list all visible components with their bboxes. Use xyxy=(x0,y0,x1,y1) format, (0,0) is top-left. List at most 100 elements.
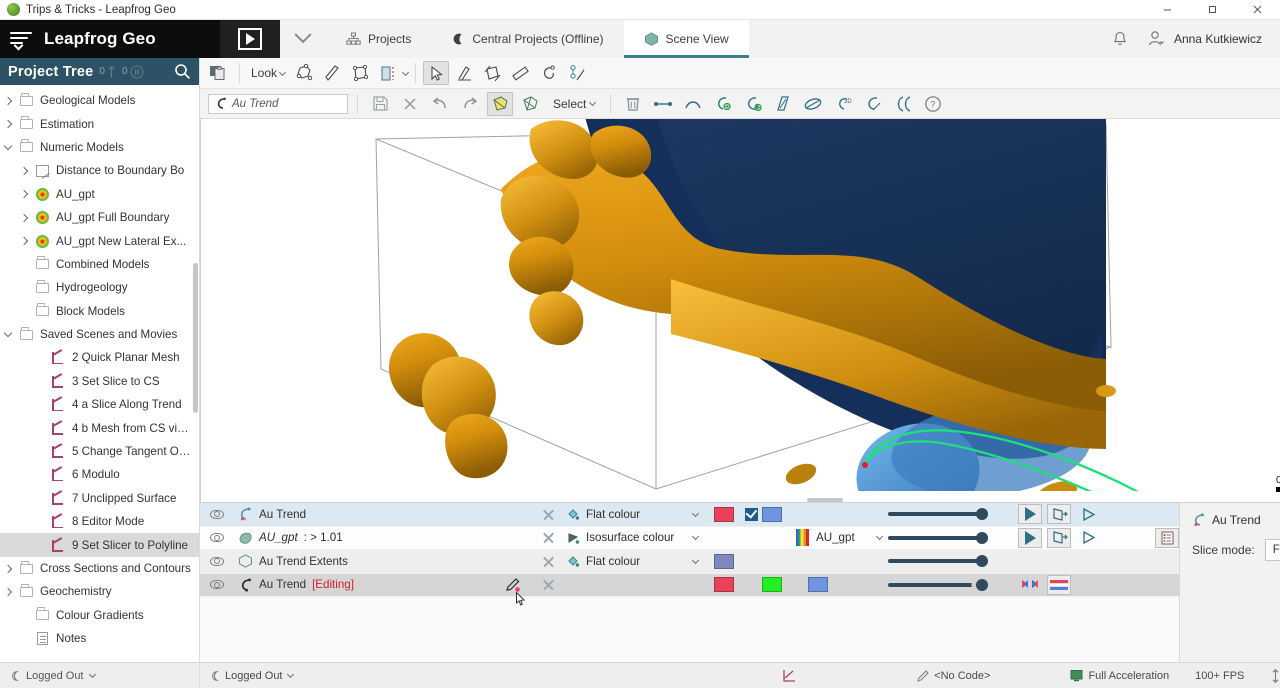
status-axes[interactable] xyxy=(782,669,796,683)
tree-item-saved-scenes-and-movies[interactable]: Saved Scenes and Movies xyxy=(0,323,199,346)
status-no-code[interactable]: <No Code> xyxy=(916,669,990,683)
disc-icon[interactable] xyxy=(800,92,826,116)
save-icon[interactable] xyxy=(367,92,393,116)
chevron-down-icon[interactable] xyxy=(0,330,16,339)
notifications-button[interactable] xyxy=(1099,20,1141,58)
colour-swatch[interactable] xyxy=(714,577,734,592)
panel-resize-handle[interactable] xyxy=(807,498,843,502)
visibility-toggle[interactable] xyxy=(200,533,234,542)
play-outline-icon[interactable] xyxy=(1076,504,1100,524)
scene-list-row[interactable]: Au TrendFlat colour xyxy=(200,503,1179,527)
draw-polygon-icon[interactable] xyxy=(479,61,505,85)
close-icon[interactable] xyxy=(397,92,423,116)
header-dropdown-button[interactable] xyxy=(280,20,326,58)
tree-item-au-gpt[interactable]: AU_gpt xyxy=(0,183,199,206)
chevron-right-icon[interactable] xyxy=(16,215,32,221)
chevron-right-icon[interactable] xyxy=(0,566,16,572)
colour-swatch-secondary[interactable] xyxy=(762,577,782,592)
tree-item-2-quick-planar-mesh[interactable]: 2 Quick Planar Mesh xyxy=(0,346,199,369)
scene-list-row[interactable]: Au Trend ExtentsFlat colour xyxy=(200,550,1179,574)
remove-from-scene-button[interactable] xyxy=(530,508,566,521)
colour-swatch[interactable] xyxy=(714,554,734,569)
slider-knob[interactable] xyxy=(976,579,988,591)
zoom-box-icon[interactable] xyxy=(347,61,373,85)
tree-item-combined-models[interactable]: Combined Models xyxy=(0,253,199,276)
add-node-alt-icon[interactable] xyxy=(740,92,766,116)
opacity-slider[interactable] xyxy=(888,536,983,540)
tree-item-distance-to-boundary-bo[interactable]: Distance to Boundary Bo xyxy=(0,159,199,182)
row-checkbox[interactable] xyxy=(745,508,758,521)
chevron-down-icon[interactable] xyxy=(692,557,699,564)
slider-knob[interactable] xyxy=(976,508,988,520)
clip-plane-dropdown[interactable] xyxy=(403,70,408,77)
colour-swatch-secondary[interactable] xyxy=(762,507,782,522)
line-segment-icon[interactable] xyxy=(650,92,676,116)
chevron-right-icon[interactable] xyxy=(16,191,32,197)
close-button[interactable] xyxy=(1235,0,1280,20)
scene-list-rows[interactable]: Au TrendFlat colourAU_gpt: > 1.01Isosurf… xyxy=(200,503,1179,662)
play-filled-icon[interactable] xyxy=(1018,504,1042,524)
add-node-icon[interactable] xyxy=(710,92,736,116)
tab-projects[interactable]: Projects xyxy=(326,20,431,58)
tree-item-numeric-models[interactable]: Numeric Models xyxy=(0,136,199,159)
remove-from-scene-button[interactable] xyxy=(530,555,566,568)
surface-off-icon[interactable] xyxy=(517,92,543,116)
undo-icon[interactable] xyxy=(427,92,453,116)
minimize-button[interactable] xyxy=(1145,0,1190,20)
tab-central-projects[interactable]: Central Projects (Offline) xyxy=(431,20,623,58)
opacity-slider[interactable] xyxy=(888,583,983,587)
colour-mode-cell[interactable]: Isosurface colour xyxy=(566,531,706,545)
help-icon[interactable]: ? xyxy=(920,92,946,116)
slice-mode-select[interactable]: From Scene xyxy=(1265,539,1280,561)
tree-item-notes[interactable]: Notes xyxy=(0,627,199,650)
chevron-down-icon[interactable] xyxy=(876,533,883,540)
tree-item-cross-sections-and-contours[interactable]: Cross Sections and Contours xyxy=(0,557,199,580)
tree-item-geological-models[interactable]: Geological Models xyxy=(0,89,199,112)
look-dropdown[interactable]: Look xyxy=(247,66,289,80)
maximize-button[interactable] xyxy=(1190,0,1235,20)
edit-pencil-button[interactable] xyxy=(494,577,530,593)
remove-from-scene-button[interactable] xyxy=(530,531,566,544)
chevron-right-icon[interactable] xyxy=(0,98,16,104)
ruler-icon[interactable] xyxy=(507,61,533,85)
tree-item-8-editor-mode[interactable]: 8 Editor Mode xyxy=(0,510,199,533)
visibility-toggle[interactable] xyxy=(200,557,234,566)
play-outline-icon[interactable] xyxy=(1076,528,1100,548)
project-tree-list[interactable]: Geological ModelsEstimationNumeric Model… xyxy=(0,85,199,662)
status-zscale[interactable]: Z-Scale 1.0 xyxy=(1270,669,1280,683)
tree-item-colour-gradients[interactable]: Colour Gradients xyxy=(0,604,199,627)
remove-from-scene-button[interactable] xyxy=(530,578,566,591)
curve-icon[interactable] xyxy=(890,92,916,116)
drillhole-icon[interactable] xyxy=(563,61,589,85)
opacity-slider[interactable] xyxy=(888,512,983,516)
select-dropdown[interactable]: Select xyxy=(547,97,601,111)
trend-name-field[interactable]: Au Trend xyxy=(208,94,348,114)
flip-icon[interactable] xyxy=(1047,504,1071,524)
slider-knob[interactable] xyxy=(976,532,988,544)
legend-icon[interactable] xyxy=(1155,528,1179,548)
chevron-down-icon[interactable] xyxy=(692,510,699,517)
orbit-icon[interactable] xyxy=(291,61,317,85)
polyline-icon[interactable] xyxy=(535,61,561,85)
visibility-toggle[interactable] xyxy=(200,510,234,519)
split-icon[interactable] xyxy=(770,92,796,116)
chevron-down-icon[interactable] xyxy=(0,143,16,152)
flip-icon[interactable] xyxy=(1047,528,1071,548)
play-scene-button[interactable] xyxy=(220,20,280,58)
tangent-icon[interactable] xyxy=(860,92,886,116)
status-acceleration[interactable]: Full Acceleration xyxy=(1070,669,1169,682)
flip-ribbon-icon[interactable] xyxy=(1018,575,1042,595)
arc-icon[interactable] xyxy=(680,92,706,116)
tree-item-9-set-slicer-to-polyline[interactable]: 9 Set Slicer to Polyline xyxy=(0,533,199,556)
slider-knob[interactable] xyxy=(976,555,988,567)
visibility-toggle[interactable] xyxy=(200,580,234,589)
tree-pause-button[interactable]: 0 xyxy=(122,65,144,79)
tree-item-5-change-tangent-orie[interactable]: 5 Change Tangent Orie... xyxy=(0,440,199,463)
tree-item-4-a-slice-along-trend[interactable]: 4 a Slice Along Trend xyxy=(0,393,199,416)
colour-mode-cell[interactable]: Flat colour xyxy=(566,554,706,568)
opacity-slider[interactable] xyxy=(888,559,983,563)
chevron-right-icon[interactable] xyxy=(0,121,16,127)
colour-swatch-tertiary[interactable] xyxy=(808,577,828,592)
chevron-right-icon[interactable] xyxy=(16,168,32,174)
3d-mode-icon[interactable]: 3D xyxy=(830,92,856,116)
